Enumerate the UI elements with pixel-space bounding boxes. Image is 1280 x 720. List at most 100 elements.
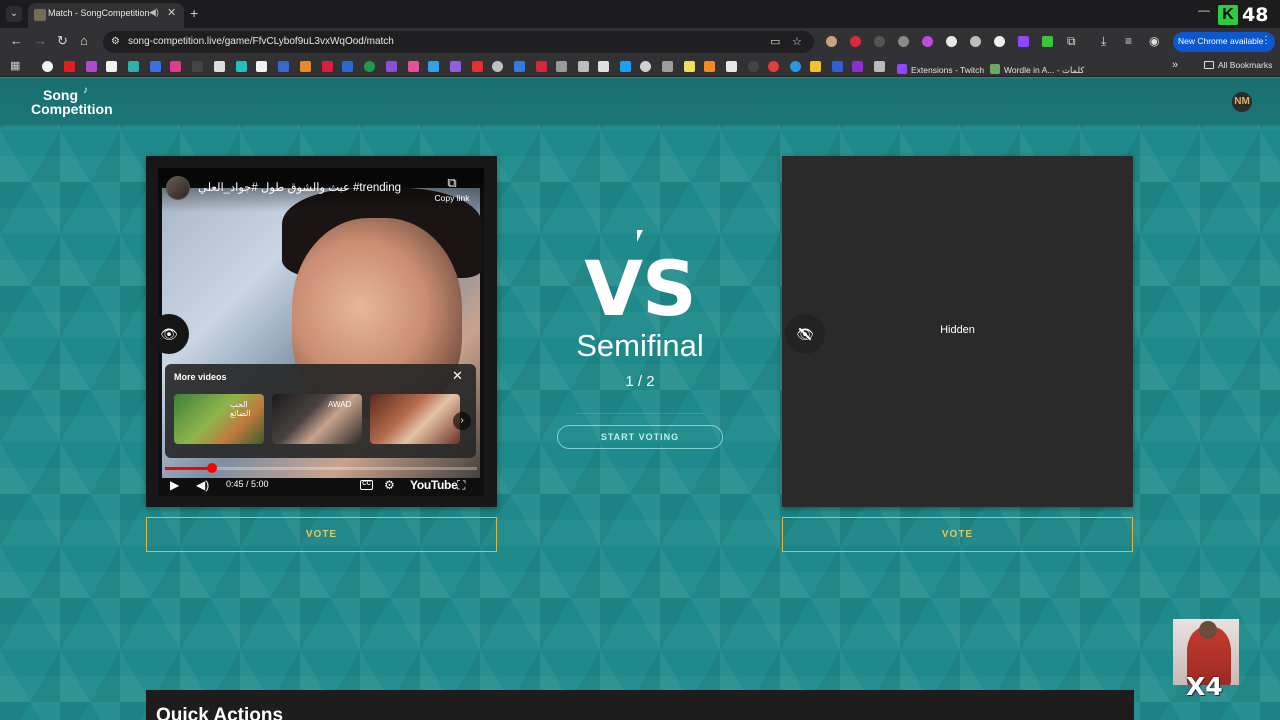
bookmark-38-icon[interactable] [832,61,843,72]
bookmark-28-icon[interactable] [620,61,631,72]
youtube-logo[interactable]: YouTube [410,478,458,492]
bookmark-26-icon[interactable] [578,61,589,72]
bookmark-31-icon[interactable] [684,61,695,72]
bookmark-40-icon[interactable] [874,61,885,72]
url-text[interactable]: song-competition.live/game/FfvCLybof9uL3… [128,36,394,47]
bookmark-23-icon[interactable] [514,61,525,72]
bookmark-37-icon[interactable] [810,61,821,72]
suggested-video-thumbnail[interactable]: الحب الضائع [174,394,264,444]
extension-7-icon[interactable] [970,36,981,47]
forward-arrow-icon[interactable]: → [34,33,47,48]
bookmark-star-icon[interactable]: ☆ [792,35,802,48]
apps-grid-icon[interactable]: ▦ [10,59,20,72]
channel-avatar[interactable] [166,176,190,200]
bookmark-7-icon[interactable] [170,61,181,72]
suggested-video-thumbnail[interactable] [370,394,460,444]
settings-gear-icon[interactable]: ⚙ [384,478,395,492]
bookmark-25-icon[interactable] [556,61,567,72]
suggested-video-thumbnail[interactable]: AWAD [272,394,362,444]
bookmark-6-icon[interactable] [150,61,161,72]
bookmark-10-icon[interactable] [236,61,247,72]
extension-2-icon[interactable] [850,36,861,47]
extension-1-icon[interactable] [826,36,837,47]
twitch-extension-icon[interactable] [1018,36,1029,47]
bookmark-wordle-arabic[interactable]: Wordle in A... - كلمات [990,60,1084,78]
vote-right-button[interactable]: VOTE [782,517,1133,552]
video-title[interactable]: عبث والشوق طول #جواد_العلي #trending [198,180,401,194]
youtube-embed[interactable]: عبث والشوق طول #جواد_العلي #trending ⧉ C… [158,168,484,496]
extension-10-icon[interactable] [1042,36,1053,47]
site-info-icon[interactable]: ⚙ [111,36,120,47]
captions-icon[interactable]: CC [360,480,373,490]
wikipedia-bookmark-icon[interactable] [256,61,267,72]
bookmark-4-icon[interactable] [106,61,117,72]
bookmark-5-icon[interactable] [128,61,139,72]
bookmark-33-icon[interactable] [726,61,737,72]
bookmark-twitch-extensions[interactable]: Extensions - Twitch [897,60,984,78]
bookmark-19-icon[interactable] [428,61,439,72]
tab-search-button[interactable]: ⌄ [6,6,22,22]
bookmark-17-icon[interactable] [386,61,397,72]
tab-audio-icon[interactable]: ◀) [149,7,159,18]
bookmark-39-icon[interactable] [852,61,863,72]
new-tab-button[interactable]: + [190,5,198,21]
bookmark-35-icon[interactable] [768,61,779,72]
eye-icon[interactable]: 👁 [149,314,189,354]
extension-4-icon[interactable] [898,36,909,47]
bookmark-15-icon[interactable] [342,61,353,72]
bookmark-16-icon[interactable] [364,61,375,72]
bookmark-14-icon[interactable] [322,61,333,72]
profile-avatar-icon[interactable]: ◉ [1149,34,1159,48]
bookmark-29-icon[interactable] [640,61,651,72]
extension-3-icon[interactable] [874,36,885,47]
bookmark-30-icon[interactable] [662,61,673,72]
bookmark-32-icon[interactable] [704,61,715,72]
all-bookmarks-button[interactable]: All Bookmarks [1204,60,1272,70]
bookmark-24-icon[interactable] [536,61,547,72]
bookmark-9-icon[interactable] [214,61,225,72]
download-icon[interactable]: ⤓ [1101,34,1106,49]
address-bar[interactable]: ⚙ song-competition.live/game/FfvCLybof9u… [103,31,814,53]
close-icon[interactable]: ✕ [452,368,463,384]
bookmark-27-icon[interactable] [598,61,609,72]
bookmarks-overflow-icon[interactable]: » [1172,59,1178,71]
song-competition-logo[interactable]: Song ♪ Competition [31,85,127,117]
bookmark-8-icon[interactable] [192,61,203,72]
bookmark-3-icon[interactable] [86,61,97,72]
volume-icon[interactable]: ◀) [196,478,209,492]
bookmark-22-icon[interactable] [492,61,503,72]
start-voting-button[interactable]: START VOTING [557,425,723,449]
bookmark-20-icon[interactable] [450,61,461,72]
bookmark-13-icon[interactable] [300,61,311,72]
window-minimize-button[interactable]: — [1198,3,1210,17]
reload-icon[interactable]: ↻ [57,33,68,49]
play-icon[interactable]: ▶ [170,478,179,492]
extensions-puzzle-icon[interactable]: ⧉ [1067,34,1076,49]
bookmark-34-icon[interactable] [748,61,759,72]
kebab-menu-icon[interactable]: ⋮ [1261,35,1271,46]
copy-link-button[interactable]: ⧉ Copy link [426,175,478,203]
google-bookmark-icon[interactable] [42,61,53,72]
bookmark-36-icon[interactable] [790,61,801,72]
youtube-bookmark-icon[interactable] [64,61,75,72]
extension-8-icon[interactable] [994,36,1005,47]
extension-5-icon[interactable] [922,36,933,47]
kick-extension-icon[interactable]: K [1218,5,1238,25]
video-progress-bar[interactable] [165,463,477,473]
extension-6-icon[interactable] [946,36,957,47]
video-scrubber-handle[interactable] [206,463,217,473]
eye-off-icon[interactable]: 👁 [785,314,825,354]
reading-list-icon[interactable]: ≡ [1125,34,1132,48]
chevron-right-icon[interactable]: › [453,412,471,430]
vote-left-button[interactable]: VOTE [146,517,497,552]
home-icon[interactable]: ⌂ [80,33,88,48]
back-arrow-icon[interactable]: ← [10,33,23,48]
user-avatar[interactable]: NM [1232,92,1252,112]
bookmark-12-icon[interactable] [278,61,289,72]
bookmark-21-icon[interactable] [472,61,483,72]
browser-tab-active[interactable]: Match - SongCompetition ◀) ✕ [28,3,184,28]
cast-icon[interactable]: ▭ [770,35,780,48]
tab-close-icon[interactable]: ✕ [167,6,176,19]
fullscreen-icon[interactable]: ⛶ [457,478,465,493]
new-chrome-available-button[interactable]: New Chrome available ⋮ [1173,32,1275,52]
